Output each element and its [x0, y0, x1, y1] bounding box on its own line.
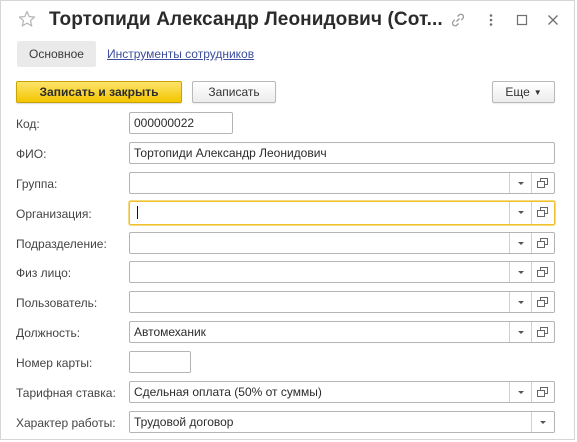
tariff-rate-label: Тарифная ставка:: [16, 386, 116, 400]
maximize-icon[interactable]: [514, 12, 530, 28]
fio-field[interactable]: Тортопиди Александр Леонидович: [129, 142, 555, 164]
individual-label: Физ лицо:: [16, 266, 72, 280]
user-dropdown-button[interactable]: [509, 292, 532, 312]
code-label: Код:: [16, 117, 40, 131]
fio-label: ФИО:: [16, 147, 47, 161]
position-open-icon[interactable]: [531, 322, 554, 342]
individual-open-icon[interactable]: [531, 262, 554, 282]
more-button[interactable]: Еще ▼: [492, 81, 555, 103]
individual-dropdown-button[interactable]: [509, 262, 532, 282]
department-dropdown-button[interactable]: [509, 233, 532, 253]
organization-dropdown-button[interactable]: [509, 202, 532, 224]
organization-label: Организация:: [16, 207, 92, 221]
close-icon[interactable]: [545, 12, 561, 28]
position-dropdown-button[interactable]: [509, 322, 532, 342]
group-field[interactable]: [129, 172, 555, 194]
work-type-label: Характер работы:: [16, 416, 116, 430]
user-open-icon[interactable]: [531, 292, 554, 312]
individual-field[interactable]: [129, 261, 555, 283]
tariff-rate-dropdown-button[interactable]: [509, 382, 532, 402]
position-value: Автомеханик: [134, 325, 206, 339]
window-title: Тортопиди Александр Леонидович (Сот...: [49, 9, 443, 30]
tariff-rate-field[interactable]: Сдельная оплата (50% от суммы): [129, 381, 555, 403]
star-icon[interactable]: [18, 10, 36, 28]
tariff-rate-value: Сдельная оплата (50% от суммы): [134, 385, 322, 399]
tab-employee-tools[interactable]: Инструменты сотрудников: [107, 47, 254, 61]
work-type-dropdown-button[interactable]: [531, 412, 554, 432]
organization-field[interactable]: [129, 201, 555, 225]
group-label: Группа:: [16, 177, 58, 191]
department-field[interactable]: [129, 232, 555, 254]
more-button-label: Еще: [505, 85, 530, 99]
card-number-label: Номер карты:: [16, 356, 93, 370]
position-field[interactable]: Автомеханик: [129, 321, 555, 343]
save-button[interactable]: Записать: [192, 81, 276, 103]
department-open-icon[interactable]: [531, 233, 554, 253]
tab-main[interactable]: Основное: [17, 41, 96, 67]
user-label: Пользователь:: [16, 296, 98, 310]
department-label: Подразделение:: [16, 237, 107, 251]
work-type-field[interactable]: Трудовой договор: [129, 411, 555, 433]
code-field[interactable]: 000000022: [129, 112, 233, 134]
title-bar: Тортопиди Александр Леонидович (Сот...: [0, 0, 577, 42]
save-and-close-button[interactable]: Записать и закрыть: [16, 81, 182, 103]
chevron-down-icon: ▼: [533, 88, 542, 97]
user-field[interactable]: [129, 291, 555, 313]
more-vert-icon[interactable]: [483, 12, 499, 28]
group-dropdown-button[interactable]: [509, 173, 532, 193]
organization-open-icon[interactable]: [531, 202, 554, 224]
link-icon[interactable]: [450, 12, 466, 28]
tariff-rate-open-icon[interactable]: [531, 382, 554, 402]
work-type-value: Трудовой договор: [134, 415, 234, 429]
position-label: Должность:: [16, 326, 81, 340]
text-cursor: [137, 206, 138, 219]
card-number-field[interactable]: [129, 351, 191, 373]
group-open-icon[interactable]: [531, 173, 554, 193]
